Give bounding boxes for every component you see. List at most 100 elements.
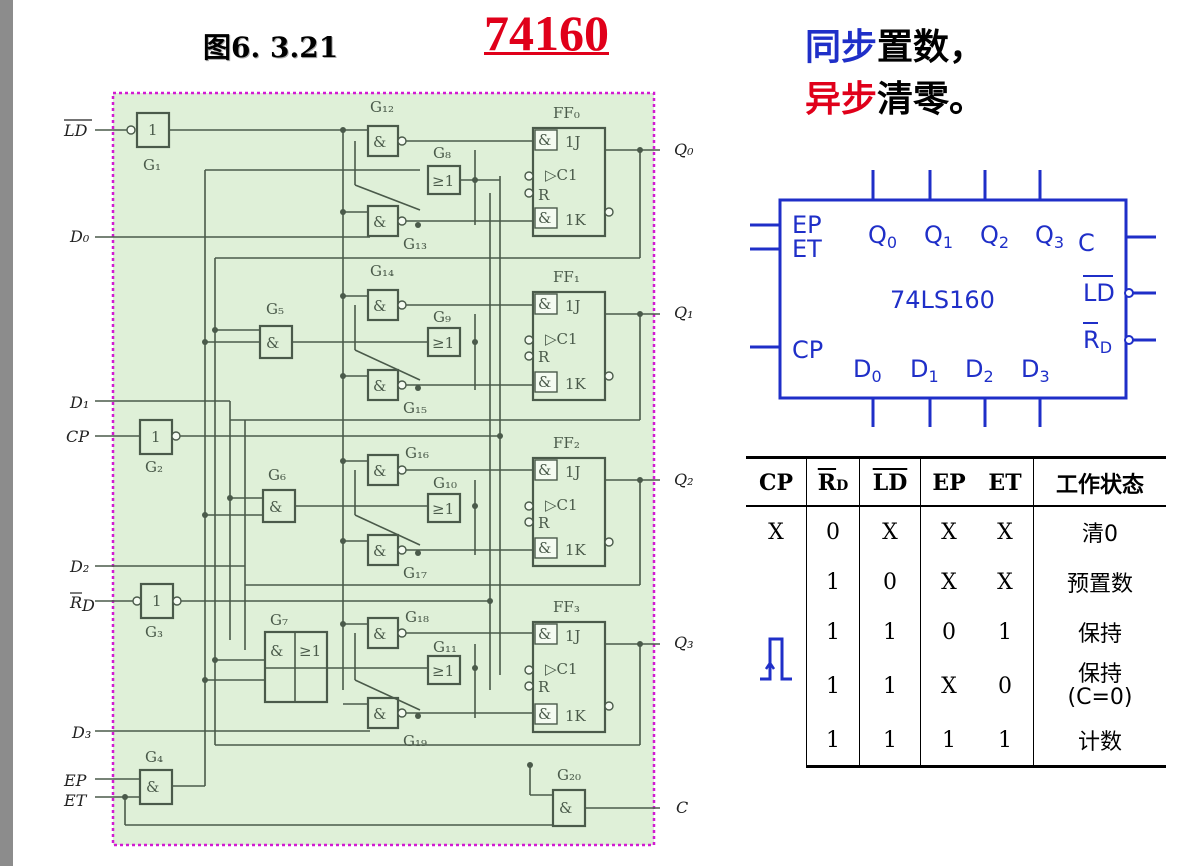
- svg-text:≥1: ≥1: [432, 172, 454, 190]
- output-q1-label: Q₁: [674, 303, 694, 322]
- svg-text:&: &: [538, 625, 551, 643]
- svg-text:&: &: [538, 705, 551, 723]
- output-q3-label: Q₃: [674, 633, 694, 652]
- svg-text:&: &: [559, 799, 572, 817]
- rising-edge-icon: [746, 557, 807, 767]
- svg-text:1K: 1K: [565, 375, 587, 393]
- svg-text:1J: 1J: [565, 463, 581, 481]
- svg-text:R: R: [538, 514, 550, 532]
- svg-text:&: &: [373, 625, 386, 643]
- svg-text:1J: 1J: [565, 297, 581, 315]
- svg-text:&: &: [538, 461, 551, 479]
- svg-text:&: &: [373, 213, 386, 231]
- svg-text:G₁₄: G₁₄: [370, 262, 394, 280]
- svg-text:G₉: G₉: [433, 308, 451, 326]
- pin-cp-label: CP: [792, 336, 823, 364]
- svg-text:G₁₂: G₁₂: [370, 98, 394, 116]
- svg-text:1: 1: [151, 428, 161, 446]
- svg-text:≥1: ≥1: [432, 500, 454, 518]
- svg-text:G₈: G₈: [433, 144, 451, 162]
- col-rd: RD: [806, 456, 860, 507]
- svg-text:▷C1: ▷C1: [545, 166, 578, 184]
- svg-text:FF₃: FF₃: [553, 598, 580, 616]
- svg-text:FF₁: FF₁: [553, 268, 580, 286]
- table-row: 11 X0 保持 (C=0): [746, 657, 1166, 716]
- svg-text:G₁₅: G₁₅: [403, 399, 427, 417]
- svg-text:≥1: ≥1: [432, 662, 454, 680]
- svg-text:&: &: [538, 539, 551, 557]
- input-cp-label: CP: [66, 427, 89, 446]
- pin-ld-label: LD: [1083, 279, 1115, 307]
- svg-text:&: &: [373, 297, 386, 315]
- table-row: X0X X X 清0: [746, 506, 1166, 557]
- svg-text:G₁: G₁: [143, 156, 161, 174]
- pin-et-label: ET: [792, 235, 822, 263]
- input-d0-label: D₀: [69, 227, 90, 246]
- svg-text:1: 1: [148, 121, 158, 139]
- svg-text:&: &: [146, 778, 159, 796]
- table-row: 11 1 1 计数: [746, 715, 1166, 769]
- svg-text:FF₀: FF₀: [553, 104, 580, 122]
- svg-text:&: &: [373, 705, 386, 723]
- svg-text:G₁₆: G₁₆: [405, 444, 429, 462]
- output-q2-label: Q₂: [674, 470, 694, 489]
- function-table: CP RD LD EP ET 工作状态 X0X X X 清0 10 X X 预置数 11…: [746, 456, 1166, 769]
- svg-text:≥1: ≥1: [432, 334, 454, 352]
- svg-text:D: D: [81, 596, 95, 615]
- svg-text:≥1: ≥1: [299, 642, 321, 660]
- svg-text:G₆: G₆: [268, 466, 286, 484]
- svg-text:R: R: [538, 678, 550, 696]
- svg-text:R: R: [538, 186, 550, 204]
- svg-text:▷C1: ▷C1: [545, 330, 578, 348]
- svg-text:1J: 1J: [565, 627, 581, 645]
- svg-text:G₂₀: G₂₀: [557, 766, 581, 784]
- table-header-row: CP RD LD EP ET 工作状态: [746, 456, 1166, 507]
- ic-name-label: 74LS160: [890, 286, 995, 314]
- svg-text:1: 1: [152, 592, 162, 610]
- feature-sync-load: 同步置数，: [805, 27, 986, 68]
- svg-text:&: &: [538, 373, 551, 391]
- svg-text:FF₂: FF₂: [553, 434, 580, 452]
- svg-text:G₁₈: G₁₈: [405, 608, 429, 626]
- col-et: ET: [977, 456, 1034, 507]
- output-c-label: C: [676, 798, 688, 817]
- svg-text:G₅: G₅: [266, 300, 284, 318]
- svg-text:G₃: G₃: [145, 623, 163, 641]
- table-row: 11 0 1 保持: [746, 607, 1166, 657]
- input-d2-label: D₂: [69, 557, 89, 576]
- input-d3-label: D₃: [71, 723, 91, 742]
- logic-circuit-diagram: .w{stroke:#4a5a4a;stroke-width:1.6;fill:…: [63, 91, 694, 847]
- svg-text:&: &: [538, 295, 551, 313]
- svg-text:▷C1: ▷C1: [545, 496, 578, 514]
- svg-text:&: &: [538, 209, 551, 227]
- svg-text:G₂: G₂: [145, 458, 163, 476]
- svg-text:G₁₀: G₁₀: [433, 474, 457, 492]
- ic-symbol-74ls160: EP ET CP Q0 Q1 Q2 Q3 C LD RD 74LS160 D0 …: [750, 170, 1156, 427]
- svg-text:▷C1: ▷C1: [545, 660, 578, 678]
- svg-text:G₁₃: G₁₃: [403, 235, 427, 253]
- svg-text:&: &: [269, 498, 282, 516]
- svg-text:&: &: [373, 542, 386, 560]
- svg-text:&: &: [373, 462, 386, 480]
- pin-c-label: C: [1078, 229, 1095, 257]
- svg-text:R: R: [538, 348, 550, 366]
- svg-text:G₇: G₇: [270, 611, 288, 629]
- svg-text:1K: 1K: [565, 707, 587, 725]
- input-d1-label: D₁: [69, 393, 89, 412]
- output-q0-label: Q₀: [674, 140, 694, 159]
- svg-text:&: &: [266, 334, 279, 352]
- svg-text:&: &: [270, 642, 283, 660]
- svg-text:&: &: [538, 131, 551, 149]
- input-ld-label: LD: [63, 121, 88, 140]
- col-ld: LD: [859, 456, 921, 507]
- svg-text:&: &: [373, 133, 386, 151]
- table-row: 10 X X 预置数: [746, 557, 1166, 681]
- col-ep: EP: [920, 456, 977, 507]
- input-ep-label: EP: [63, 771, 87, 790]
- col-state: 工作状态: [1033, 456, 1166, 507]
- input-rd-label: R: [69, 593, 82, 612]
- svg-text:G₁₁: G₁₁: [433, 638, 457, 656]
- svg-text:&: &: [373, 377, 386, 395]
- svg-text:G₁₇: G₁₇: [403, 564, 427, 582]
- svg-text:G₁₉: G₁₉: [403, 732, 427, 750]
